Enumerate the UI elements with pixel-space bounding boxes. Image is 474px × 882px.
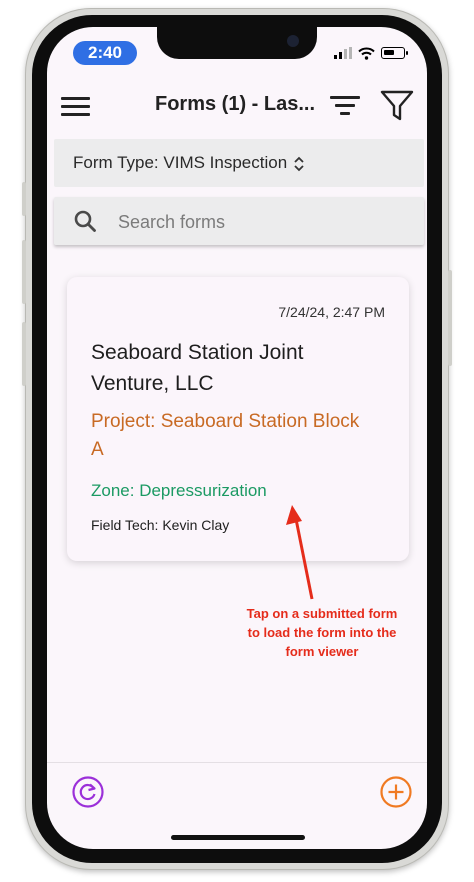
front-camera (287, 35, 299, 47)
signal-icon (334, 47, 352, 59)
annotation-line: form viewer (285, 644, 359, 659)
form-field-tech: Field Tech: Kevin Clay (91, 517, 230, 533)
annotation-line: to load the form into the (247, 625, 397, 640)
search-icon (74, 210, 96, 232)
search-bar (54, 197, 424, 245)
phone-volume-up-button (22, 240, 26, 304)
status-time[interactable]: 2:40 (73, 41, 137, 65)
filter-icon[interactable] (380, 89, 414, 123)
form-project: Project: Seaboard Station Block A (91, 411, 360, 460)
refresh-icon[interactable] (72, 776, 104, 808)
annotation-line: Tap on a submitted form (246, 606, 398, 621)
search-input[interactable] (116, 205, 410, 239)
annotation-callout: Tap on a submitted form to load the form… (222, 604, 422, 661)
annotation-arrow-icon (286, 505, 314, 600)
page-title: Forms (1) - Las... (155, 93, 316, 115)
home-indicator[interactable] (171, 835, 305, 840)
form-type-label: Form Type: VIMS Inspection (73, 153, 288, 172)
notch (157, 27, 317, 59)
form-card[interactable]: 7/24/24, 2:47 PM Seaboard Station Joint … (67, 277, 409, 561)
sort-icon[interactable] (330, 93, 360, 117)
form-type-selector[interactable]: Form Type: VIMS Inspection (54, 139, 424, 187)
form-company: Seaboard Station Joint Venture, LLC (91, 341, 304, 395)
phone-side-button (22, 182, 26, 216)
status-icons (334, 45, 408, 61)
chevron-up-down-icon (294, 156, 304, 171)
phone-power-button (448, 270, 452, 366)
battery-icon (381, 47, 408, 59)
wifi-icon (358, 47, 375, 60)
phone-volume-down-button (22, 322, 26, 386)
add-icon[interactable] (380, 776, 412, 808)
form-zone: Zone: Depressurization (91, 481, 267, 500)
app-header: Forms (1) - Las... (47, 83, 427, 131)
hamburger-menu-icon[interactable] (61, 95, 91, 117)
form-date: 7/24/24, 2:47 PM (278, 304, 385, 320)
app-screen: 2:40 Forms (1) - Las... Form Type: VIMS … (47, 27, 427, 849)
